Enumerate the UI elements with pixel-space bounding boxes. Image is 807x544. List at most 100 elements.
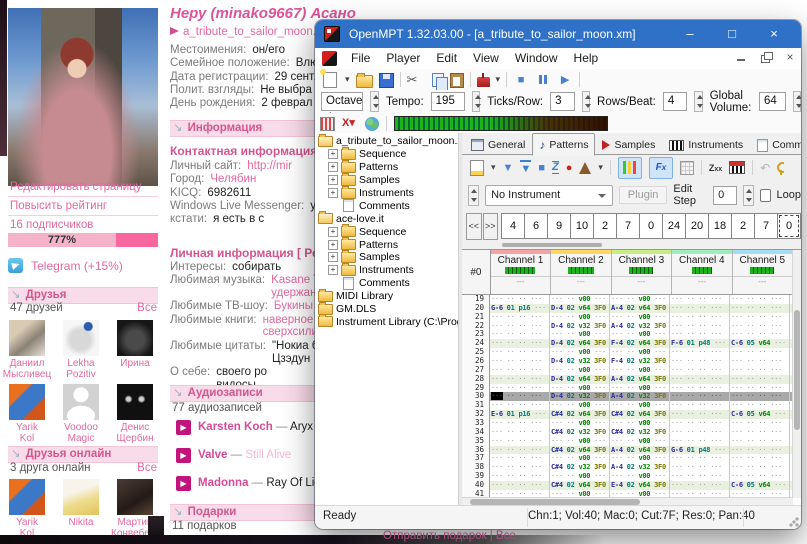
order-item[interactable]: 24 [662, 213, 686, 239]
channel-header[interactable]: Channel 5--- [733, 250, 793, 294]
pattern-cell[interactable]: ··· ·· ·· ··· [490, 357, 550, 366]
expand-plus-icon[interactable]: + [328, 175, 338, 185]
metronome-button[interactable] [579, 162, 591, 174]
instrument-select[interactable]: No Instrument [485, 185, 613, 206]
pattern-cell[interactable]: ··· ·· ·· ··· [670, 472, 730, 481]
pattern-cell[interactable]: ··· ·· ·· ··· [730, 357, 790, 366]
order-item[interactable]: 18 [708, 213, 732, 239]
field-value[interactable]: наверноесверхсили [263, 314, 318, 340]
friend-avatar[interactable] [9, 320, 45, 356]
pattern-cell[interactable]: A-4 02 v64 3F0 [610, 446, 670, 455]
octave-select[interactable]: Octave 4 [321, 92, 363, 111]
tree-item[interactable]: +Instruments [315, 264, 458, 277]
pattern-cell[interactable]: D-4 02 v64 3F0 [550, 375, 610, 384]
friend-avatar[interactable] [9, 479, 45, 515]
expand-plus-icon[interactable]: + [328, 227, 338, 237]
tree-item[interactable]: +Samples [315, 174, 458, 187]
pattern-cell[interactable]: A-4 02 v32 3F0 [610, 463, 670, 472]
pattern-cell[interactable]: ··· ·· ·· ··· [490, 454, 550, 463]
minimize-button[interactable]: – [669, 20, 711, 48]
expand-plus-icon[interactable]: + [328, 240, 338, 250]
pattern-cell[interactable]: ··· ·· v00 ··· [550, 472, 610, 481]
pattern-cell[interactable]: ··· ·· ·· ··· [670, 481, 730, 490]
loop-checkbox[interactable] [760, 189, 770, 202]
tree-item[interactable]: +Sequence [315, 225, 458, 238]
pattern-cell[interactable]: D-4 02 v64 3F0 [550, 304, 610, 313]
order-item[interactable]: 20 [685, 213, 709, 239]
pattern-cell[interactable]: ··· ·· ·· ··· [490, 472, 550, 481]
pattern-cell[interactable]: ··· ·· ·· ··· [490, 375, 550, 384]
title-bar[interactable]: OpenMPT 1.32.03.00 - [a_tribute_to_sailo… [315, 20, 801, 48]
pattern-view-icon[interactable] [320, 117, 335, 131]
pattern-cell[interactable]: D-4 02 v32 3F0 [550, 392, 610, 401]
pattern-cell[interactable]: ··· ·· v00 ··· [550, 295, 610, 304]
order-item[interactable]: 10 [570, 213, 594, 239]
menu-file[interactable]: File [343, 48, 378, 69]
pattern-cell[interactable]: ··· ·· v00 ··· [550, 366, 610, 375]
channel-header[interactable]: Channel 2--- [551, 250, 611, 294]
play-row-button[interactable]: Z [552, 161, 559, 174]
pattern-cell[interactable]: ··· ·· ·· ··· [730, 366, 790, 375]
pattern-cell[interactable]: A-4 02 v32 3F0 [610, 322, 670, 331]
pattern-cell[interactable]: ··· ·· ·· ··· [490, 419, 550, 428]
friend-name[interactable]: ДаниилМысливец [1, 358, 53, 380]
field-value[interactable]: Челябин [210, 173, 256, 186]
tab-comments[interactable]: Comments [750, 134, 801, 156]
pattern-cell[interactable]: ··· ·· v00 ··· [550, 348, 610, 357]
expand-plus-icon[interactable]: + [328, 252, 338, 262]
record-button[interactable]: ● [566, 162, 573, 174]
pattern-cell[interactable]: ··· ·· ·· ··· [670, 437, 730, 446]
send-gift-link[interactable]: Отправить подарок | Все [383, 530, 516, 542]
globe-icon[interactable] [365, 117, 379, 131]
pattern-cell[interactable]: ··· ·· ·· ··· [490, 348, 550, 357]
pattern-cell[interactable]: ··· ·· v00 ··· [610, 437, 670, 446]
friend-avatar[interactable] [117, 384, 153, 420]
mdi-restore-button[interactable] [759, 50, 773, 65]
tree-item[interactable]: GM.DLS [315, 303, 458, 316]
info-section-header[interactable]: ↘Информация [170, 120, 318, 137]
play-track-button[interactable]: ▶ [176, 448, 191, 463]
pattern-cell[interactable]: F-6 01 p48 ··· [670, 339, 730, 348]
pattern-cell[interactable]: A-4 02 v64 3F0 [610, 375, 670, 384]
pattern-cell[interactable]: ··· ·· ·· ··· [730, 392, 790, 401]
pattern-cell[interactable]: ··· ·· ·· ··· [490, 366, 550, 375]
pattern-cell[interactable]: ··· ·· ·· ··· [490, 446, 550, 455]
pattern-cell[interactable]: ··· ·· v00 ··· [610, 454, 670, 463]
pattern-cell[interactable]: ··· ·· v00 ··· [610, 313, 670, 322]
pattern-cell[interactable]: ··· ·· ·· ··· [670, 322, 730, 331]
mdi-document-icon[interactable] [322, 51, 337, 66]
field-value[interactable]: http://mir [247, 160, 292, 173]
tab-samples[interactable]: Samples [595, 134, 662, 156]
pattern-cell[interactable]: A-4 02 v32 3F0 [610, 392, 670, 401]
mdi-close-button[interactable]: × [783, 50, 797, 65]
pattern-cell[interactable]: ··· ·· ·· ··· [670, 428, 730, 437]
pattern-cell[interactable]: C#4 02 v64 3F0 [610, 410, 670, 419]
pattern-cell[interactable]: ··· ·· ·· ··· [730, 322, 790, 331]
pattern-cell[interactable]: ··· ·· v00 ··· [610, 401, 670, 410]
expand-plus-icon[interactable]: + [328, 162, 338, 172]
tempo-spinner[interactable] [472, 91, 481, 112]
copy-button[interactable] [432, 73, 444, 87]
tree-item[interactable]: ace-love.it [315, 212, 458, 225]
pattern-cell[interactable]: ··· ·· ·· ··· [490, 339, 550, 348]
order-scrollbar[interactable] [502, 243, 602, 247]
channel-mute-toggle[interactable]: --- [612, 276, 671, 286]
pattern-cell[interactable]: ··· ·· ·· ··· [490, 463, 550, 472]
pattern-cell[interactable]: ··· ·· v00 ··· [550, 437, 610, 446]
instrument-spinner[interactable] [468, 185, 479, 206]
mdi-minimize-button[interactable] [735, 50, 749, 65]
pattern-cell[interactable]: ··· ·· ·· ··· [490, 322, 550, 331]
undo-button[interactable]: ↶ [760, 161, 770, 175]
pattern-cell[interactable]: ··· ·· ·· ··· [670, 366, 730, 375]
tab-general[interactable]: General [464, 134, 532, 156]
pattern-cell[interactable]: ··· ·· v00 ··· [550, 330, 610, 339]
pattern-cell[interactable]: ··· ·· ·· ··· [670, 384, 730, 393]
tempo-input[interactable]: 195 [431, 92, 465, 111]
pattern-cell[interactable]: ··· ·· ·· ··· [730, 472, 790, 481]
pattern-cell[interactable]: ··· ·· ·· ··· [730, 330, 790, 339]
order-item[interactable]: 2 [593, 213, 617, 239]
menu-help[interactable]: Help [566, 48, 607, 69]
pattern-cell[interactable]: C#4 02 v64 3F0 [550, 410, 610, 419]
pattern-cell[interactable]: ··· ·· ·· ··· [670, 313, 730, 322]
pattern-cell[interactable]: ··· ·· ·· ··· [670, 419, 730, 428]
